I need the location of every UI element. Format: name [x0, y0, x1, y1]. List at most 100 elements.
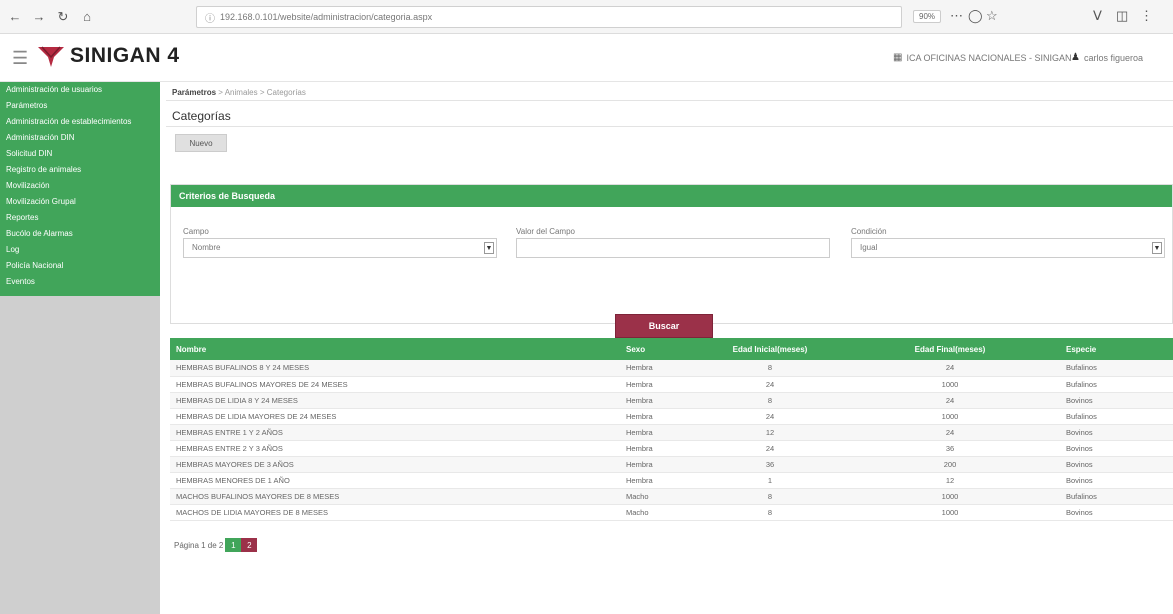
table-row[interactable]: HEMBRAS BUFALINOS 8 Y 24 MESES Hembra 8 24 B… — [170, 360, 1173, 376]
table-row[interactable]: MACHOS DE LIDIA MAYORES DE 8 MESES Macho 8… — [170, 504, 1173, 520]
new-button[interactable]: Nuevo — [175, 134, 227, 152]
categories-table: Nombre Sexo Edad Inicial(meses) Edad Fin… — [170, 338, 1173, 521]
table-row[interactable]: HEMBRAS ENTRE 1 Y 2 AÑOS Hembra 12 24 Bovino… — [170, 424, 1173, 440]
sidebar-item-administracion-din[interactable]: Administración DIN — [0, 130, 160, 146]
sidebar-item-establecimientos[interactable]: Administración de establecimientos — [0, 114, 160, 130]
table-cell: 24 — [765, 411, 775, 421]
table-cell: 8 — [767, 491, 773, 501]
page-1-button[interactable]: 1 — [225, 538, 242, 552]
table-row[interactable]: HEMBRAS ENTRE 2 Y 3 AÑOS Hembra 24 36 Bovino… — [170, 440, 1173, 456]
breadcrumb-root[interactable]: Parámetros — [172, 88, 216, 97]
sidebar-item-policia[interactable]: Policía Nacional — [0, 258, 160, 274]
table-row[interactable]: HEMBRAS BUFALINOS MAYORES DE 24 MESES Hem… — [170, 376, 1173, 392]
table-cell: 24 — [765, 443, 775, 453]
pagination: Página 1 de 2 1 2 — [174, 538, 258, 552]
chevron-down-icon: ▼ — [1152, 242, 1162, 254]
table-cell: 1 — [767, 475, 773, 485]
column-header-nombre[interactable]: Nombre — [170, 338, 620, 360]
brand-title: SINIGAN 4 — [70, 44, 180, 67]
table-cell: 24 — [945, 363, 955, 373]
table-cell: Bufalinos — [1066, 491, 1097, 501]
app-header: ☰ SINIGAN 4 ▦ ICA OFICINAS NACIONALES - … — [0, 34, 1173, 82]
table-cell: 8 — [767, 363, 773, 373]
user-menu[interactable]: ♟ carlos figueroa — [1071, 52, 1143, 63]
zoom-level[interactable]: 90% — [913, 10, 942, 23]
sidebar-item-registro-animales[interactable]: Registro de animales — [0, 162, 160, 178]
table-cell: 24 — [945, 395, 955, 405]
table-cell: 8 — [767, 507, 773, 517]
table-cell: Hembra — [626, 427, 653, 437]
table-cell: 12 — [945, 475, 955, 485]
table-cell: Hembra — [626, 379, 653, 389]
table-cell: HEMBRAS ENTRE 1 Y 2 AÑOS — [176, 427, 283, 437]
table-row[interactable]: HEMBRAS DE LIDIA 8 Y 24 MESES Hembra 8 24 Bo… — [170, 392, 1173, 408]
search-panel: Criterios de Busqueda Campo Nombre ▼ Val… — [170, 184, 1173, 324]
column-header-edad-final[interactable]: Edad Final(meses) — [840, 338, 1060, 360]
page-actions-icon[interactable]: ⋯ — [950, 8, 963, 24]
table-cell: HEMBRAS DE LIDIA 8 Y 24 MESES — [176, 395, 298, 405]
table-row[interactable]: HEMBRAS DE LIDIA MAYORES DE 24 MESES Hemb… — [170, 408, 1173, 424]
value-input[interactable] — [516, 238, 830, 258]
table-cell: 8 — [767, 395, 773, 405]
table-cell: Hembra — [626, 459, 653, 469]
sidebar-item-alarmas[interactable]: Bucólo de Alarmas — [0, 226, 160, 242]
sidebar-item-parametros[interactable]: Parámetros — [0, 98, 160, 114]
sidebar-item-solicitud-din[interactable]: Solicitud DIN — [0, 146, 160, 162]
table-cell: HEMBRAS BUFALINOS MAYORES DE 24 MESES — [176, 379, 348, 389]
sidebar-item-movilizacion[interactable]: Movilización — [0, 178, 160, 194]
table-cell: 36 — [765, 459, 775, 469]
bookmark-star-icon[interactable]: ☆ — [986, 8, 998, 24]
address-bar[interactable]: ⓘ 192.168.0.101/website/administracion/c… — [196, 6, 902, 28]
sidebar-toggle-icon[interactable]: ◫ — [1116, 8, 1128, 24]
back-arrow-icon[interactable]: ← — [6, 8, 24, 26]
library-icon[interactable]: Ⅴ — [1093, 8, 1102, 24]
reload-icon[interactable]: ↻ — [54, 8, 72, 26]
sidebar-item-eventos[interactable]: Eventos — [0, 274, 160, 290]
table-cell: Bovinos — [1066, 443, 1093, 453]
sidebar-item-log[interactable]: Log — [0, 242, 160, 258]
table-row[interactable]: HEMBRAS MAYORES DE 3 AÑOS Hembra 36 200 Bovi… — [170, 456, 1173, 472]
url-text: 192.168.0.101/website/administracion/cat… — [220, 12, 433, 22]
column-header-sexo[interactable]: Sexo — [620, 338, 700, 360]
organization-text: ICA OFICINAS NACIONALES - SINIGAN — [906, 52, 1072, 63]
hamburger-icon[interactable]: ☰ — [12, 48, 28, 69]
browser-toolbar: ← → ↻ ⌂ ⓘ 192.168.0.101/website/administ… — [0, 0, 1173, 34]
table-cell: HEMBRAS BUFALINOS 8 Y 24 MESES — [176, 363, 310, 373]
condition-select[interactable]: Igual ▼ — [851, 238, 1165, 258]
column-header-especie[interactable]: Especie — [1060, 338, 1173, 360]
menu-icon[interactable]: ⋮ — [1140, 8, 1153, 24]
info-icon: ⓘ — [205, 13, 215, 25]
building-icon: ▦ — [893, 52, 903, 63]
table-cell: 1000 — [941, 411, 959, 421]
table-cell: MACHOS BUFALINOS MAYORES DE 8 MESES — [176, 491, 340, 501]
sidebar-item-usuarios[interactable]: Administración de usuarios — [0, 82, 160, 98]
table-row[interactable]: HEMBRAS MENORES DE 1 AÑO Hembra 1 12 Bovinos — [170, 472, 1173, 488]
sidebar-item-movilizacion-grupal[interactable]: Movilización Grupal — [0, 194, 160, 210]
organization-label: ▦ ICA OFICINAS NACIONALES - SINIGAN — [893, 52, 1072, 63]
breadcrumb-animales[interactable]: Animales — [225, 88, 258, 97]
column-header-edad-inicial[interactable]: Edad Inicial(meses) — [700, 338, 840, 360]
chevron-down-icon: ▼ — [484, 242, 494, 254]
table-cell: 1000 — [941, 379, 959, 389]
field-select[interactable]: Nombre ▼ — [183, 238, 497, 258]
divider — [166, 126, 1173, 127]
home-icon[interactable]: ⌂ — [78, 8, 96, 26]
table-header-row: Nombre Sexo Edad Inicial(meses) Edad Fin… — [170, 338, 1173, 360]
user-icon: ♟ — [1071, 52, 1080, 63]
next-page-button[interactable]: 2 — [241, 538, 258, 552]
search-button[interactable]: Buscar — [615, 314, 713, 338]
table-row[interactable]: MACHOS BUFALINOS MAYORES DE 8 MESES Macho… — [170, 488, 1173, 504]
table-cell: Hembra — [626, 443, 653, 453]
divider — [166, 100, 1173, 101]
sidebar-item-reportes[interactable]: Reportes — [0, 210, 160, 226]
pocket-icon[interactable]: ◯ — [968, 8, 983, 24]
table-cell: Bufalinos — [1066, 411, 1097, 421]
table-cell: Bovinos — [1066, 507, 1093, 517]
table-cell: 1000 — [941, 507, 959, 517]
table-cell: 12 — [765, 427, 775, 437]
forward-arrow-icon[interactable]: → — [30, 8, 48, 26]
search-panel-title: Criterios de Busqueda — [171, 185, 1172, 207]
table-cell: HEMBRAS ENTRE 2 Y 3 AÑOS — [176, 443, 283, 453]
table-cell: Bovinos — [1066, 459, 1093, 469]
breadcrumb-separator: > — [257, 88, 267, 97]
